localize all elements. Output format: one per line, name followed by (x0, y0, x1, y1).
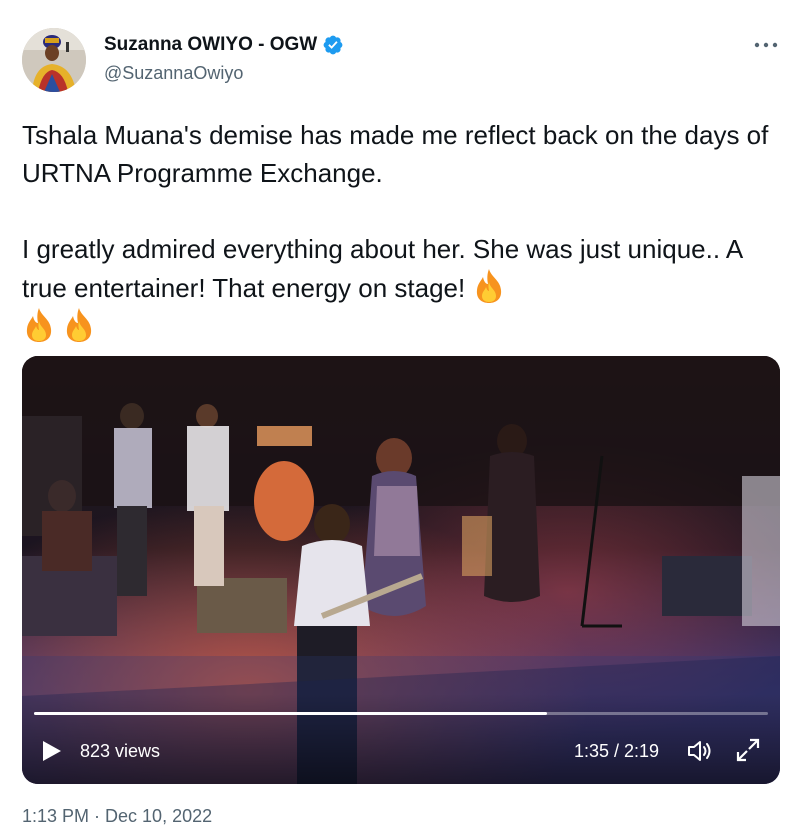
play-button[interactable] (38, 738, 64, 764)
tweet-paragraph-2: I greatly admired everything about her. … (22, 230, 782, 346)
fire-icon (62, 307, 96, 343)
fire-icon (22, 307, 56, 343)
more-options-button[interactable] (748, 30, 784, 60)
tweet-text: Tshala Muana's demise has made me reflec… (22, 116, 782, 346)
video-progress-bar[interactable] (34, 712, 768, 715)
video-controls-gradient (22, 694, 780, 784)
avatar-image (22, 28, 86, 92)
fire-icon (472, 268, 506, 304)
more-options-icon (754, 42, 778, 48)
video-player[interactable]: 823 views 1:35 / 2:19 (22, 356, 780, 784)
avatar[interactable] (22, 28, 86, 92)
author-name[interactable]: Suzanna OWIYO - OGW (104, 34, 344, 56)
fullscreen-icon (736, 738, 760, 762)
video-progress-fill (34, 712, 548, 715)
tweet-card: Suzanna OWIYO - OGW @SuzannaOwiyo Tshala… (0, 0, 800, 836)
video-time: 1:35 / 2:19 (574, 741, 660, 761)
volume-icon (688, 741, 711, 761)
tweet-timestamp[interactable]: 1:13 PM · Dec 10, 2022 (22, 806, 212, 827)
video-views: 823 views (80, 741, 161, 761)
play-icon (43, 741, 61, 761)
fullscreen-button[interactable] (734, 736, 762, 764)
tweet-paragraph-2-text: I greatly admired everything about her. … (22, 234, 742, 303)
author-handle[interactable]: @SuzannaOwiyo (104, 63, 243, 84)
verified-badge-icon (322, 34, 344, 56)
tweet-paragraph-1: Tshala Muana's demise has made me reflec… (22, 120, 769, 188)
volume-button[interactable] (686, 738, 714, 764)
author-name-text: Suzanna OWIYO - OGW (104, 34, 318, 55)
